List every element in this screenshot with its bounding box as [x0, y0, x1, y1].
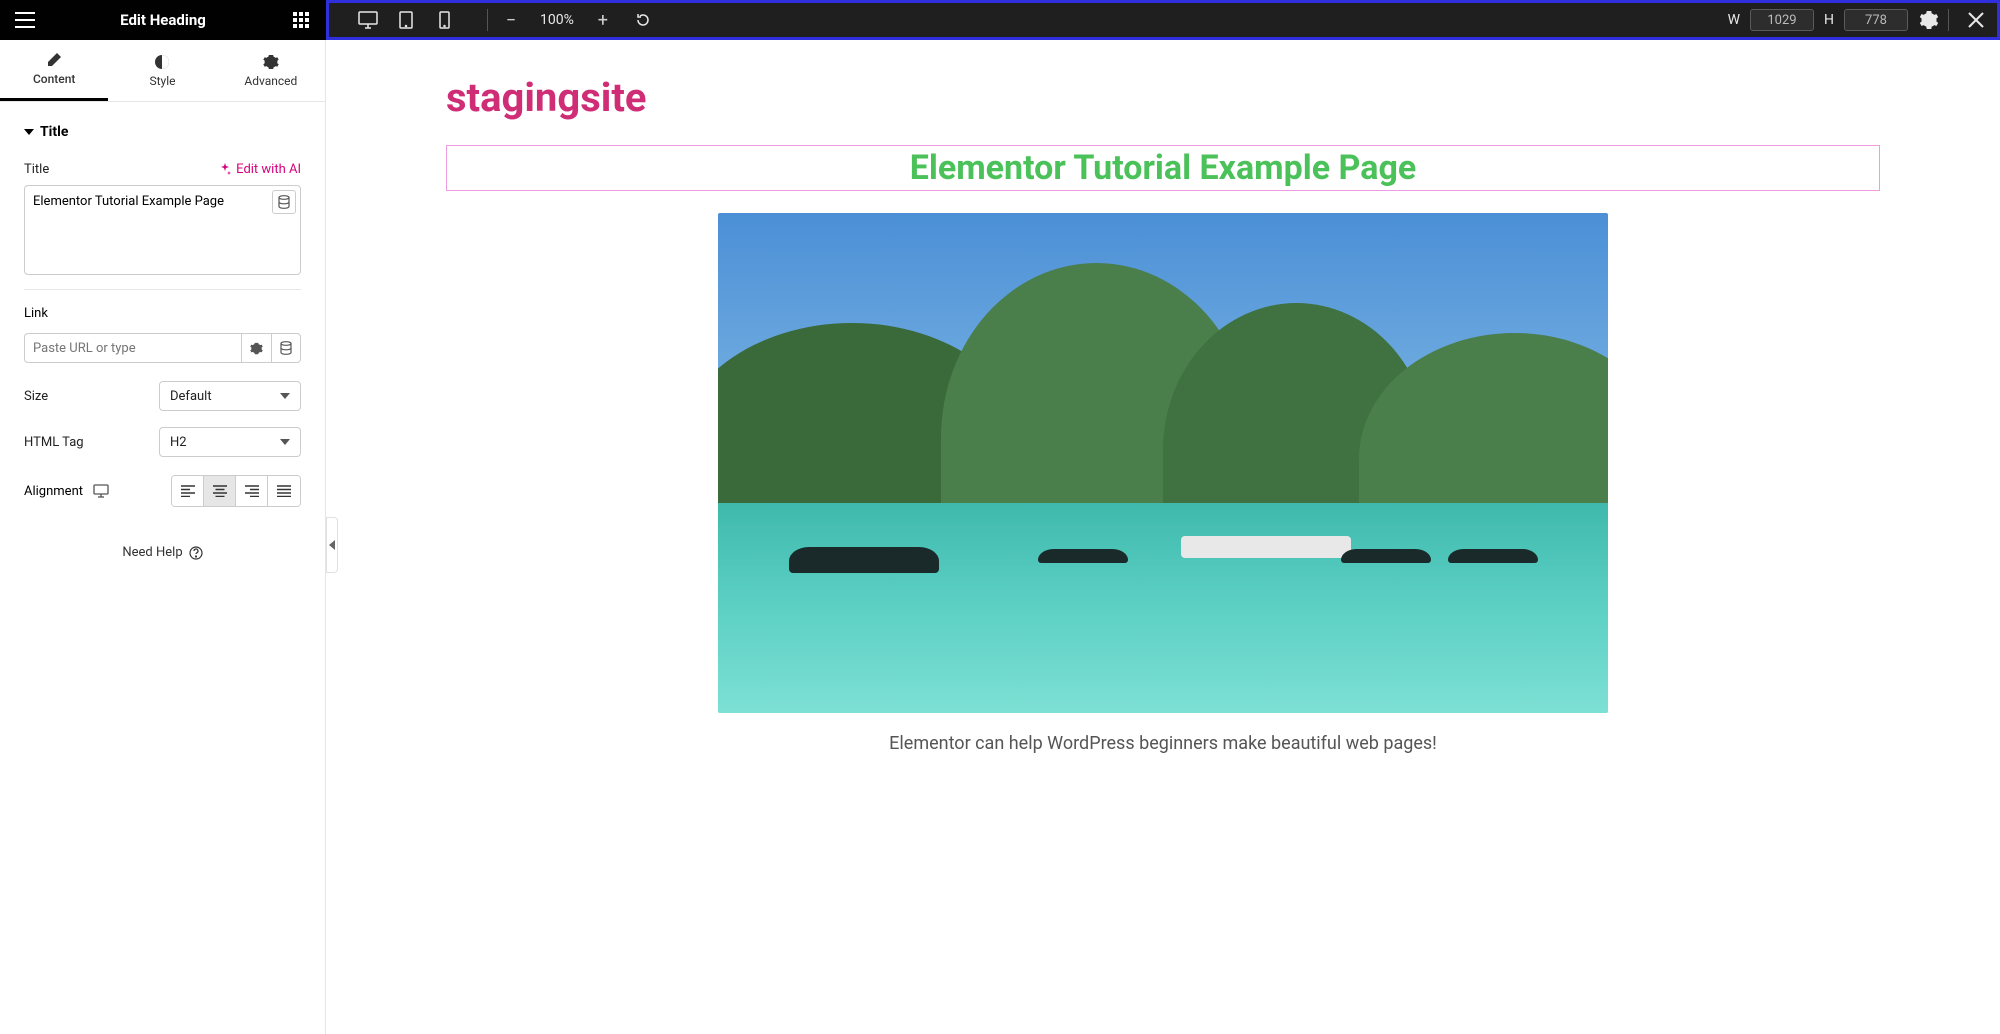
plus-icon: +: [598, 10, 608, 31]
alignment-field-label: Alignment: [24, 484, 83, 499]
close-icon: [1968, 12, 1984, 28]
desktop-icon: [93, 484, 109, 498]
link-input[interactable]: [24, 333, 241, 363]
grid-icon: [293, 12, 309, 28]
tablet-icon: [399, 11, 413, 29]
gear-icon: [250, 342, 263, 355]
caret-down-icon: [24, 129, 34, 135]
minus-icon: −: [506, 10, 516, 31]
ai-link-label: Edit with AI: [236, 162, 301, 177]
database-icon: [278, 195, 290, 209]
divider: [487, 9, 488, 31]
caret-down-icon: [280, 439, 290, 445]
width-label: W: [1728, 12, 1740, 28]
need-help-link[interactable]: Need Help: [0, 515, 325, 590]
gear-icon: [1920, 11, 1938, 29]
align-right-button[interactable]: [236, 476, 268, 506]
site-title: stagingsite: [446, 66, 1880, 145]
undo-icon: [635, 12, 651, 28]
align-center-button[interactable]: [204, 476, 236, 506]
close-button[interactable]: [1963, 7, 1989, 33]
size-select[interactable]: Default: [159, 381, 301, 411]
pencil-icon: [46, 52, 62, 68]
panel-title: Edit Heading: [50, 11, 276, 29]
collapse-panel-button[interactable]: [326, 517, 338, 573]
html-tag-select[interactable]: H2: [159, 427, 301, 457]
widgets-panel-button[interactable]: [276, 0, 326, 40]
chevron-left-icon: [329, 540, 335, 550]
size-select-value: Default: [170, 389, 212, 404]
responsive-toolbar: − 100% + W H: [326, 0, 2000, 40]
preview-canvas[interactable]: stagingsite Elementor Tutorial Example P…: [326, 40, 2000, 1034]
mobile-icon: [439, 11, 450, 29]
tab-label: Content: [33, 72, 75, 86]
section-title-label: Title: [40, 124, 68, 140]
tab-label: Style: [149, 74, 175, 88]
width-input[interactable]: [1750, 9, 1814, 31]
tab-label: Advanced: [244, 74, 297, 88]
desktop-device-button[interactable]: [357, 9, 379, 31]
title-field-label: Title: [24, 162, 49, 177]
html-tag-field-label: HTML Tag: [24, 435, 84, 450]
sparkles-icon: [218, 163, 232, 177]
align-center-icon: [213, 485, 227, 497]
align-left-button[interactable]: [172, 476, 204, 506]
align-justify-icon: [277, 485, 291, 497]
hamburger-menu-button[interactable]: [0, 0, 50, 40]
link-field-label: Link: [24, 300, 301, 327]
hamburger-icon: [15, 12, 35, 28]
tab-content[interactable]: Content: [0, 40, 108, 101]
zoom-value: 100%: [540, 12, 574, 28]
tab-advanced[interactable]: Advanced: [217, 40, 325, 101]
dynamic-tags-button[interactable]: [272, 190, 296, 214]
html-tag-select-value: H2: [170, 435, 187, 450]
help-label: Need Help: [122, 545, 182, 560]
zoom-in-button[interactable]: +: [592, 9, 614, 31]
divider: [24, 289, 301, 290]
align-right-icon: [245, 485, 259, 497]
size-field-label: Size: [24, 389, 48, 404]
caret-down-icon: [280, 393, 290, 399]
tablet-device-button[interactable]: [395, 9, 417, 31]
height-input[interactable]: [1844, 9, 1908, 31]
align-justify-button[interactable]: [268, 476, 300, 506]
help-icon: [189, 546, 203, 560]
link-dynamic-button[interactable]: [271, 333, 301, 363]
heading-text: Elementor Tutorial Example Page: [447, 148, 1879, 188]
text-widget[interactable]: Elementor can help WordPress beginners m…: [446, 733, 1880, 754]
zoom-out-button[interactable]: −: [500, 9, 522, 31]
divider: [1948, 9, 1949, 31]
database-icon: [280, 341, 292, 355]
edit-with-ai-button[interactable]: Edit with AI: [218, 162, 301, 177]
tab-style[interactable]: Style: [108, 40, 216, 101]
settings-button[interactable]: [1916, 7, 1942, 33]
section-toggle-title[interactable]: Title: [24, 116, 301, 154]
align-left-icon: [181, 485, 195, 497]
height-label: H: [1824, 12, 1834, 28]
style-icon: [154, 54, 170, 70]
image-widget[interactable]: [718, 213, 1608, 713]
desktop-icon: [358, 11, 378, 29]
title-textarea[interactable]: Elementor Tutorial Example Page: [24, 185, 301, 275]
link-options-button[interactable]: [241, 333, 271, 363]
gear-icon: [263, 54, 279, 70]
heading-widget-selected[interactable]: Elementor Tutorial Example Page: [446, 145, 1880, 191]
mobile-device-button[interactable]: [433, 9, 455, 31]
zoom-reset-button[interactable]: [632, 9, 654, 31]
